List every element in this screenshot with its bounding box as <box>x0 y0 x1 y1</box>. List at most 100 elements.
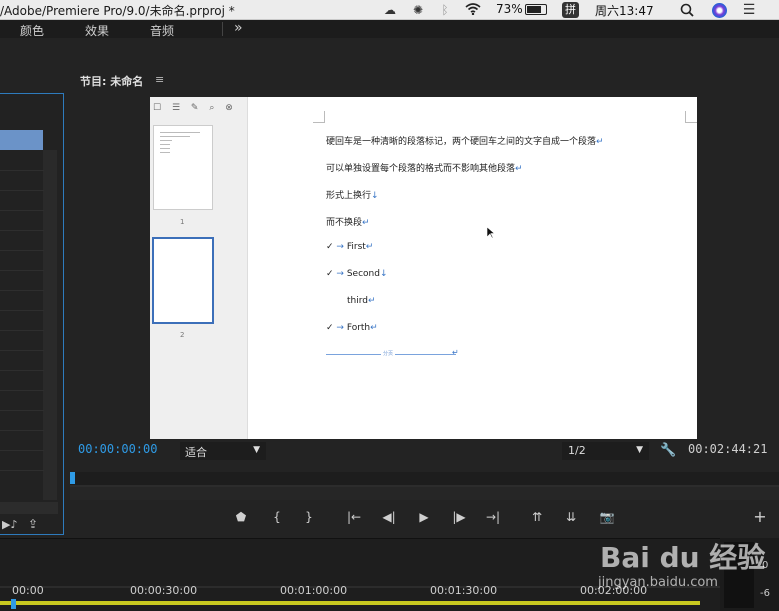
ruler-label: 00:00 <box>12 584 44 597</box>
menubar-clock[interactable]: 周六13:47 <box>595 2 654 19</box>
toolbar-icons: ☐ ☰ ✎ ⌕ ⊗ <box>153 103 233 113</box>
extract-button[interactable]: ⇊ <box>562 509 580 525</box>
mark-in-button[interactable]: { <box>268 509 286 525</box>
add-marker-button[interactable]: ⬟ <box>232 509 250 525</box>
list-item: ✓ → Forth↵ <box>326 323 378 333</box>
timeline-playhead[interactable] <box>11 599 16 609</box>
window-title-path: /Adobe/Premiere Pro/9.0/未命名.prproj * <box>0 4 235 18</box>
export-icon[interactable]: ⇪ <box>28 517 38 531</box>
creative-cloud-icon[interactable]: ☁ <box>382 3 398 17</box>
macos-menubar: /Adobe/Premiere Pro/9.0/未命名.prproj * ☁ ✺… <box>0 0 779 20</box>
bluetooth-icon[interactable]: ᛒ <box>437 3 453 17</box>
list-divider <box>0 270 44 271</box>
list-divider <box>0 450 44 451</box>
play-button[interactable]: ▶ <box>415 509 433 525</box>
automate-icon[interactable]: ▶♪ <box>2 518 17 531</box>
mark-out-button[interactable]: } <box>300 509 318 525</box>
go-to-out-button[interactable]: →| <box>484 509 502 525</box>
siri-icon[interactable] <box>712 3 727 18</box>
list-divider <box>0 370 44 371</box>
mouse-cursor-icon <box>487 227 495 239</box>
pinwheel-icon[interactable]: ✺ <box>410 3 426 17</box>
notification-center-icon[interactable]: ☰ <box>741 3 757 17</box>
list-divider <box>0 330 44 331</box>
selected-item-bar[interactable] <box>0 130 43 150</box>
workspace-tab-audio[interactable]: 音频 <box>150 22 174 39</box>
margin-mark <box>685 111 697 123</box>
chevron-down-icon: ▼ <box>636 445 643 455</box>
list-divider <box>0 190 44 191</box>
step-forward-button[interactable]: |▶ <box>450 509 468 525</box>
list-divider <box>0 410 44 411</box>
playhead-timecode[interactable]: 00:00:00:00 <box>78 442 157 456</box>
battery-percent: 73% <box>496 2 523 16</box>
monitor-time-ruler[interactable] <box>70 472 779 500</box>
list-divider <box>0 250 44 251</box>
margin-mark <box>313 111 325 123</box>
list-item: ✓ → Second↓ <box>326 269 388 279</box>
duration-timecode: 00:02:44:21 <box>688 442 768 456</box>
list-divider <box>0 230 44 231</box>
vertical-scrollbar[interactable] <box>43 150 57 500</box>
fit-dropdown[interactable]: 适合 ▼ <box>180 442 266 460</box>
bookmark-icon[interactable]: ✎ <box>191 103 199 113</box>
page-thumbnail-1[interactable] <box>153 125 213 210</box>
close-icon[interactable]: ⊗ <box>225 103 233 113</box>
workspace-more-button[interactable]: » <box>234 20 243 36</box>
export-frame-camera-icon[interactable]: 📷 <box>598 509 616 525</box>
document-paragraph: 可以单独设置每个段落的格式而不影响其他段落↵ <box>326 164 523 174</box>
project-panel: ▶♪ ⇪ <box>0 93 64 535</box>
page-thumbnail-2[interactable] <box>152 237 214 324</box>
go-to-in-button[interactable]: |← <box>345 509 363 525</box>
page-break-label: 分页 <box>381 350 396 357</box>
list-item: third↵ <box>347 296 376 306</box>
fit-dropdown-value: 适合 <box>185 446 207 459</box>
program-monitor-frame: ☐ ☰ ✎ ⌕ ⊗ 1 2 硬回车是一种清晰的段落标记，两个硬回车之间的文字自成… <box>150 97 697 439</box>
workspace-divider <box>222 22 223 36</box>
ruler-label: 00:01:30:00 <box>430 584 498 597</box>
wrench-icon[interactable]: 🔧 <box>660 443 676 458</box>
meter-label: -6 <box>760 588 770 599</box>
workspace-bar: 颜色 效果 音频 » <box>0 20 779 38</box>
baidu-watermark: Bai du 经验 <box>600 541 766 574</box>
list-divider <box>0 290 44 291</box>
work-area-bar[interactable] <box>0 601 700 605</box>
horizontal-scrollbar[interactable] <box>0 502 58 514</box>
list-item: ✓ → First↵ <box>326 242 374 252</box>
document-paragraph: 硬回车是一种清晰的段落标记，两个硬回车之间的文字自成一个段落↵ <box>326 137 604 147</box>
chevron-down-icon: ▼ <box>253 445 260 455</box>
wifi-icon[interactable] <box>465 3 481 17</box>
ruler-label: 00:00:30:00 <box>130 584 198 597</box>
workspace-tab-color[interactable]: 颜色 <box>20 22 44 39</box>
list-divider <box>0 210 44 211</box>
spotlight-search-icon[interactable] <box>679 3 695 17</box>
outline-view-icon[interactable]: ☰ <box>172 103 180 113</box>
document-thumbnail-pane: ☐ ☰ ✎ ⌕ ⊗ 1 2 <box>150 97 248 439</box>
panel-menu-icon[interactable]: ≡ <box>155 73 164 86</box>
paragraph-mark: ↵ <box>452 348 459 357</box>
thumbnail-page-number: 1 <box>180 218 185 226</box>
program-monitor-tab[interactable]: 节目: 未命名 <box>80 73 143 89</box>
thumbnail-page-number: 2 <box>180 331 185 339</box>
resolution-dropdown[interactable]: 1/2 ▼ <box>562 442 649 460</box>
list-divider <box>0 470 44 471</box>
thumbnail-view-icon[interactable]: ☐ <box>153 103 161 113</box>
step-back-button[interactable]: ◀| <box>380 509 398 525</box>
list-divider <box>0 350 44 351</box>
list-divider <box>0 390 44 391</box>
add-button[interactable]: + <box>751 509 769 525</box>
list-divider <box>0 430 44 431</box>
document-paragraph: 而不换段↵ <box>326 218 370 228</box>
battery-icon[interactable] <box>525 4 547 15</box>
workspace-tab-effects[interactable]: 效果 <box>85 22 109 39</box>
document-paragraph: 形式上换行↓ <box>326 191 379 201</box>
watermark-url: jingyan.baidu.com <box>598 575 718 590</box>
list-divider <box>0 170 44 171</box>
input-method-indicator[interactable]: 拼 <box>562 2 579 18</box>
lift-button[interactable]: ⇈ <box>528 509 546 525</box>
resolution-dropdown-value: 1/2 <box>568 444 586 457</box>
ruler-label: 00:01:00:00 <box>280 584 348 597</box>
playhead-marker[interactable] <box>70 472 75 484</box>
find-icon[interactable]: ⌕ <box>209 103 214 113</box>
list-divider <box>0 310 44 311</box>
